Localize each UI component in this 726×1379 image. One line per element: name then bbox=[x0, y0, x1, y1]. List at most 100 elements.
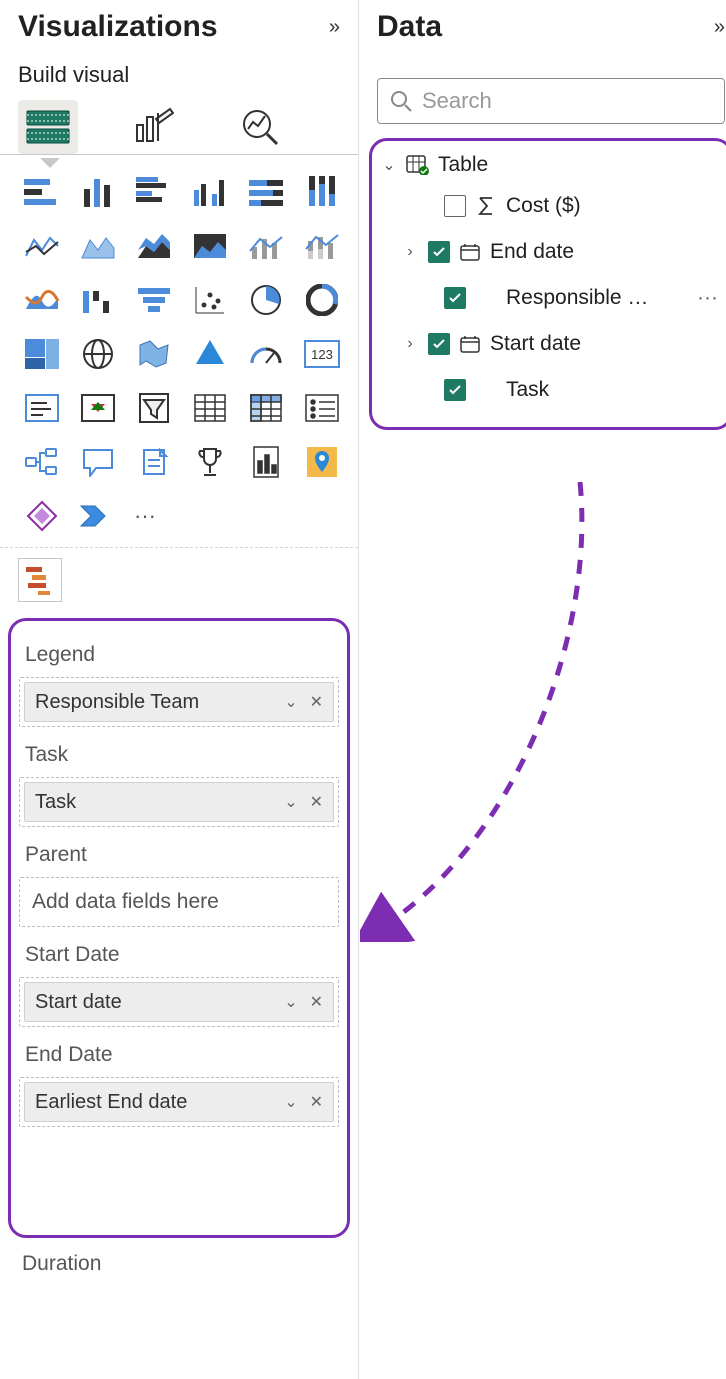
tab-analytics[interactable] bbox=[230, 100, 290, 154]
field-label: End date bbox=[490, 240, 726, 264]
chip-end-date[interactable]: Earliest End date ⌄ ✕ bbox=[24, 1082, 334, 1122]
well-label-start-date: Start Date bbox=[19, 933, 339, 977]
waterfall-chart-icon[interactable] bbox=[74, 277, 122, 323]
clustered-bar-chart-icon[interactable] bbox=[130, 169, 178, 215]
line-stacked-column-chart-icon[interactable] bbox=[298, 223, 346, 269]
ribbon-chart-icon[interactable] bbox=[18, 277, 66, 323]
line-clustered-column-chart-icon[interactable] bbox=[242, 223, 290, 269]
checkbox-end-date[interactable] bbox=[428, 241, 450, 263]
filled-map-icon[interactable] bbox=[130, 331, 178, 377]
collapse-data-button[interactable]: » bbox=[714, 16, 725, 39]
gantt-icon bbox=[24, 565, 56, 595]
calendar-icon bbox=[458, 243, 482, 261]
field-label: Start date bbox=[490, 332, 726, 356]
chip-task[interactable]: Task ⌄ ✕ bbox=[24, 782, 334, 822]
more-options-icon[interactable]: ··· bbox=[697, 286, 726, 310]
treemap-chart-icon[interactable] bbox=[18, 331, 66, 377]
chevron-down-icon[interactable]: ⌄ bbox=[284, 1092, 297, 1112]
chip-start-date[interactable]: Start date ⌄ ✕ bbox=[24, 982, 334, 1022]
more-visuals-button[interactable]: ··· bbox=[130, 493, 178, 539]
scatter-chart-icon[interactable] bbox=[186, 277, 234, 323]
chip-responsible-team[interactable]: Responsible Team ⌄✕ bbox=[24, 682, 334, 722]
table-icon[interactable] bbox=[186, 385, 234, 431]
well-label-duration: Duration bbox=[0, 1238, 358, 1276]
calendar-icon bbox=[458, 335, 482, 353]
field-row-responsible[interactable]: Responsible … ··· bbox=[376, 275, 726, 321]
tab-build-visual[interactable] bbox=[18, 100, 78, 154]
chip-label: Earliest End date bbox=[35, 1091, 187, 1114]
well-drop-task[interactable]: Task ⌄ ✕ bbox=[19, 777, 339, 827]
line-chart-icon[interactable] bbox=[18, 223, 66, 269]
remove-chip-icon[interactable]: ✕ bbox=[310, 1092, 323, 1112]
hundred-stacked-bar-chart-icon[interactable] bbox=[242, 169, 290, 215]
multi-row-card-icon[interactable] bbox=[18, 385, 66, 431]
data-panel: Data » ⌄ Table Cost ($) bbox=[359, 0, 726, 1379]
chevron-down-icon[interactable]: ⌄ bbox=[380, 155, 398, 175]
visualizations-title: Visualizations bbox=[18, 10, 218, 44]
matrix-icon[interactable] bbox=[242, 385, 290, 431]
paginated-report-icon[interactable] bbox=[242, 439, 290, 485]
well-drop-parent[interactable]: Add data fields here bbox=[19, 877, 339, 927]
kpi-icon[interactable] bbox=[74, 385, 122, 431]
clustered-column-chart-icon[interactable] bbox=[186, 169, 234, 215]
chip-label: Start date bbox=[35, 991, 122, 1014]
azure-map-icon[interactable] bbox=[186, 331, 234, 377]
analytics-icon bbox=[240, 107, 280, 147]
field-row-start-date[interactable]: › Start date bbox=[376, 321, 726, 367]
funnel-chart-icon[interactable] bbox=[130, 277, 178, 323]
visualizations-panel: Visualizations » Build visual bbox=[0, 0, 359, 1379]
stacked-column-chart-icon[interactable] bbox=[74, 169, 122, 215]
remove-chip-icon[interactable]: ✕ bbox=[310, 992, 323, 1012]
field-row-cost[interactable]: Cost ($) bbox=[376, 183, 726, 229]
checkbox-responsible[interactable] bbox=[444, 287, 466, 309]
goals-icon[interactable] bbox=[186, 439, 234, 485]
field-row-end-date[interactable]: › End date bbox=[376, 229, 726, 275]
remove-chip-icon[interactable]: ✕ bbox=[310, 692, 323, 712]
well-placeholder: Add data fields here bbox=[24, 882, 334, 922]
collapse-visualizations-button[interactable]: » bbox=[329, 16, 340, 39]
area-chart-icon[interactable] bbox=[74, 223, 122, 269]
checkbox-task[interactable] bbox=[444, 379, 466, 401]
checkbox-cost[interactable] bbox=[444, 195, 466, 217]
stacked-bar-chart-icon[interactable] bbox=[18, 169, 66, 215]
gantt-custom-visual-icon[interactable] bbox=[18, 558, 62, 602]
gauge-chart-icon[interactable] bbox=[242, 331, 290, 377]
search-box[interactable] bbox=[377, 78, 725, 124]
arcgis-map-icon[interactable] bbox=[298, 439, 346, 485]
chevron-down-icon[interactable]: ⌄ bbox=[284, 692, 297, 712]
table-node[interactable]: ⌄ Table bbox=[376, 151, 726, 183]
card-icon[interactable]: 123 bbox=[298, 331, 346, 377]
visualization-type-grid: 123 ··· bbox=[0, 155, 358, 548]
checkbox-start-date[interactable] bbox=[428, 333, 450, 355]
smart-narrative-icon[interactable] bbox=[130, 439, 178, 485]
stacked-area-chart-icon[interactable] bbox=[130, 223, 178, 269]
field-row-task[interactable]: Task bbox=[376, 367, 726, 413]
power-automate-icon[interactable] bbox=[74, 493, 122, 539]
well-drop-legend[interactable]: Responsible Team ⌄✕ bbox=[19, 677, 339, 727]
map-icon[interactable] bbox=[74, 331, 122, 377]
r-visual-icon[interactable] bbox=[298, 385, 346, 431]
tab-format-visual[interactable] bbox=[124, 100, 184, 154]
power-apps-icon[interactable] bbox=[18, 493, 66, 539]
donut-chart-icon[interactable] bbox=[298, 277, 346, 323]
well-drop-start-date[interactable]: Start date ⌄ ✕ bbox=[19, 977, 339, 1027]
search-input[interactable] bbox=[420, 87, 712, 115]
mode-tabs bbox=[0, 94, 358, 155]
search-icon bbox=[390, 90, 412, 112]
chip-label: Task bbox=[35, 791, 76, 814]
chevron-right-icon[interactable]: › bbox=[400, 335, 420, 353]
format-icon bbox=[134, 107, 174, 147]
hundred-stacked-column-chart-icon[interactable] bbox=[298, 169, 346, 215]
slicer-icon[interactable] bbox=[130, 385, 178, 431]
chevron-down-icon[interactable]: ⌄ bbox=[284, 992, 297, 1012]
chevron-right-icon[interactable]: › bbox=[400, 243, 420, 261]
well-label-task: Task bbox=[19, 733, 339, 777]
table-icon bbox=[406, 155, 430, 175]
decomposition-tree-icon[interactable] bbox=[18, 439, 66, 485]
remove-chip-icon[interactable]: ✕ bbox=[310, 792, 323, 812]
pie-chart-icon[interactable] bbox=[242, 277, 290, 323]
well-drop-end-date[interactable]: Earliest End date ⌄ ✕ bbox=[19, 1077, 339, 1127]
qna-icon[interactable] bbox=[74, 439, 122, 485]
chevron-down-icon[interactable]: ⌄ bbox=[284, 792, 297, 812]
hundred-stacked-area-chart-icon[interactable] bbox=[186, 223, 234, 269]
